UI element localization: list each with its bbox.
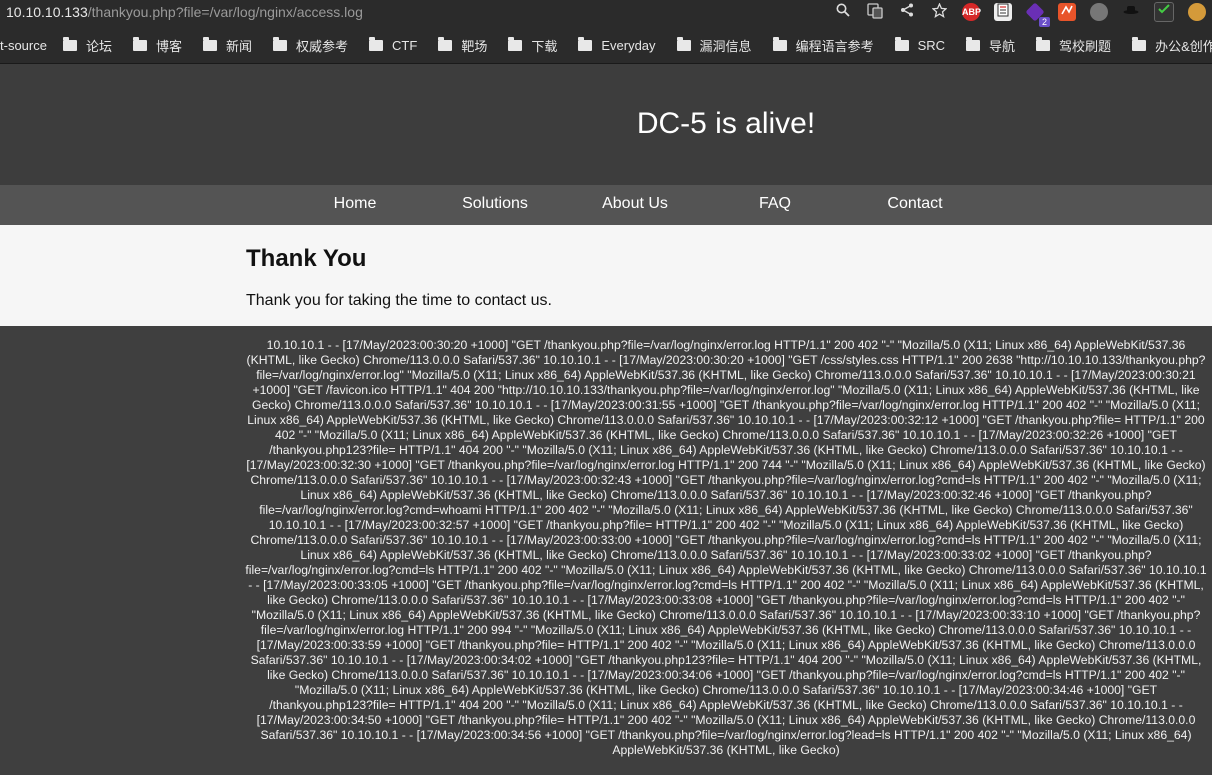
folder-icon (1132, 37, 1147, 51)
extension-with-badge[interactable]: 2 (1025, 2, 1050, 27)
folder-icon (676, 37, 691, 51)
nav-contact[interactable]: Contact (855, 195, 975, 213)
bookmarks-bar: t-source 论坛 博客 新闻 权威参考 CTF 靶场 下载 Everyda… (0, 28, 1212, 64)
bookmark-item[interactable]: t-source (0, 38, 47, 53)
folder-icon (438, 37, 453, 51)
bookmark-folder[interactable]: Everyday (578, 37, 656, 53)
bookmark-folder[interactable]: 博客 (132, 36, 182, 55)
bookmark-star-icon[interactable] (930, 2, 948, 21)
site-title: DC-5 is alive! (636, 107, 816, 140)
folder-icon (966, 37, 981, 51)
bookmark-folder[interactable]: 论坛 (62, 36, 112, 55)
globe-extension-icon[interactable] (1090, 3, 1108, 21)
folder-icon (578, 37, 593, 51)
hackbar-extension-icon[interactable] (1058, 3, 1076, 21)
extension-badge: 2 (1038, 17, 1050, 27)
browser-url-bar[interactable]: 10.10.10.133/thankyou.php?file=/var/log/… (0, 0, 1212, 28)
folder-icon (369, 37, 384, 51)
folder-icon (273, 37, 288, 51)
bookmark-folder[interactable]: 靶场 (438, 36, 487, 55)
bookmark-folder[interactable]: 新闻 (203, 36, 252, 55)
thank-you-message: Thank you for taking the time to contact… (246, 292, 552, 309)
content-area: Thank You Thank you for taking the time … (0, 225, 1212, 326)
bookmark-folder[interactable]: 漏洞信息 (676, 36, 752, 55)
folder-icon (508, 37, 523, 51)
folder-icon (203, 37, 217, 51)
folder-icon (894, 37, 909, 51)
bookmark-folder[interactable]: 下载 (508, 36, 557, 55)
adblock-extension-icon[interactable]: ABP (962, 3, 981, 21)
bookmark-folder[interactable]: CTF (369, 37, 417, 53)
access-log-output: 10.10.10.1 - - [17/May/2023:00:30:20 +10… (245, 338, 1207, 757)
translate-icon[interactable] (866, 3, 884, 21)
folder-icon (1036, 37, 1051, 51)
url-actions: ABP 2 (834, 2, 1206, 27)
bookmark-folder[interactable]: 办公&创作 (1132, 36, 1212, 55)
bookmark-folder[interactable]: 导航 (966, 36, 1015, 55)
nav-solutions[interactable]: Solutions (435, 195, 555, 213)
hat-extension-icon[interactable] (1122, 3, 1140, 21)
bookmark-folder[interactable]: SRC (894, 37, 945, 53)
site-header: DC-5 is alive! (0, 64, 1212, 185)
document-extension-icon[interactable] (994, 3, 1012, 21)
folder-icon (132, 37, 147, 51)
nav-home[interactable]: Home (295, 195, 415, 213)
url-host: 10.10.10.133 (6, 4, 88, 20)
folder-icon (62, 37, 77, 51)
main-nav: Home Solutions About Us FAQ Contact (0, 185, 1212, 225)
bookmark-folder[interactable]: 权威参考 (273, 36, 348, 55)
url-field[interactable]: 10.10.10.133/thankyou.php?file=/var/log/… (6, 4, 363, 20)
search-icon[interactable] (834, 3, 852, 21)
share-icon[interactable] (898, 3, 916, 21)
bookmark-folder[interactable]: 编程语言参考 (772, 36, 874, 55)
nav-faq[interactable]: FAQ (715, 195, 835, 213)
url-path: /thankyou.php?file=/var/log/nginx/access… (87, 4, 363, 20)
nav-about-us[interactable]: About Us (575, 195, 695, 213)
checklist-extension-icon[interactable] (1154, 2, 1174, 22)
folder-icon (772, 37, 787, 51)
page-heading: Thank You (246, 245, 367, 272)
cookie-extension-icon[interactable] (1188, 3, 1206, 21)
bookmark-folder[interactable]: 驾校刷题 (1036, 36, 1111, 55)
